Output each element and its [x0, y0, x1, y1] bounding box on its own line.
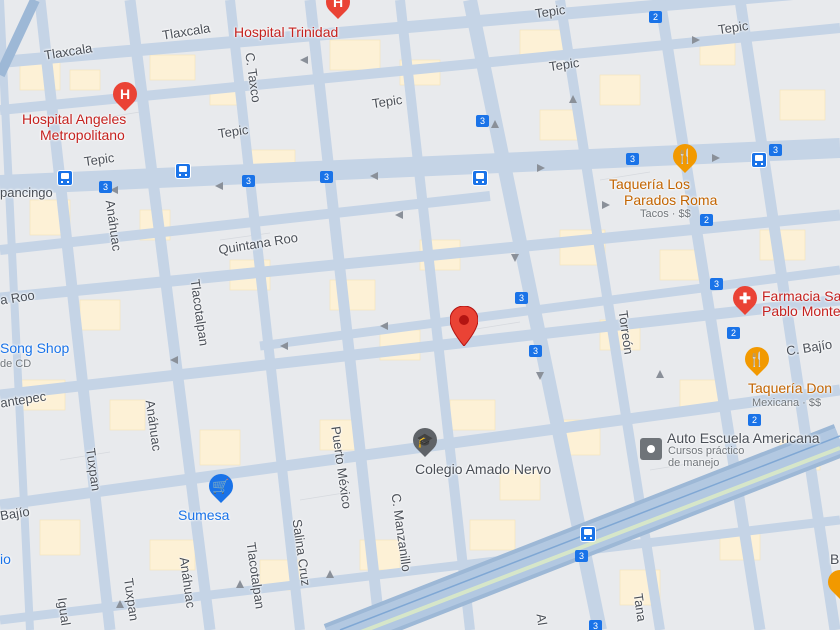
poi-auto-escuela-sub2: de manejo	[668, 457, 720, 469]
poi-taqueria-don-sub: Mexicana · $$	[752, 397, 822, 409]
route-shield: 3	[575, 550, 588, 562]
poi-hospital-angeles-line2[interactable]: Metropolitano	[40, 127, 125, 143]
route-shield: 3	[710, 278, 723, 290]
map-canvas[interactable]: Tlaxcala Tlaxcala Tepic Tepic Tepic Tepi…	[0, 0, 840, 630]
poi-auto-escuela[interactable]: Auto Escuela Americana	[667, 430, 820, 446]
poi-farmacia-line1[interactable]: Farmacia Sa	[762, 288, 840, 304]
route-shield: 3	[626, 153, 639, 165]
poi-hospital-angeles-line1[interactable]: Hospital Angeles	[22, 111, 126, 127]
pharmacy-icon[interactable]: ✚	[728, 281, 762, 315]
poi-taqueria-don[interactable]: Taquería Don	[748, 380, 832, 396]
route-shield: 3	[529, 345, 542, 357]
school-icon[interactable]: 🎓	[408, 423, 442, 457]
bus-stop-icon[interactable]	[57, 170, 73, 186]
poi-song-shop-sub: de CD	[0, 358, 32, 370]
route-shield: 2	[700, 214, 713, 226]
route-shield: 3	[99, 181, 112, 193]
poi-edge-label: io	[0, 551, 11, 567]
poi-colegio-amado-nervo[interactable]: Colegio Amado Nervo	[415, 461, 551, 477]
route-shield: 3	[589, 620, 602, 630]
route-shield: 2	[649, 11, 662, 23]
restaurant-icon[interactable]: 🍴	[668, 139, 702, 173]
location-pin-icon[interactable]	[450, 306, 478, 346]
hospital-icon[interactable]: H	[108, 77, 142, 111]
poi-taqueria-parados-line1[interactable]: Taquería Los	[609, 176, 690, 192]
poi-taqueria-parados-sub: Tacos · $$	[640, 208, 691, 220]
route-shield: 2	[727, 327, 740, 339]
bus-stop-icon[interactable]	[472, 170, 488, 186]
bus-stop-icon[interactable]	[580, 526, 596, 542]
route-shield: 3	[320, 171, 333, 183]
route-shield: 3	[242, 175, 255, 187]
poi-farmacia-line2[interactable]: Pablo Monte	[762, 303, 840, 319]
bus-stop-icon[interactable]	[175, 163, 191, 179]
poi-song-shop[interactable]: Song Shop	[0, 340, 69, 356]
business-icon[interactable]	[640, 438, 662, 460]
bus-stop-icon[interactable]	[751, 152, 767, 168]
route-shield: 2	[748, 414, 761, 426]
poi-hospital-trinidad[interactable]: Hospital Trinidad	[234, 24, 338, 40]
poi-edge-label: B	[830, 551, 840, 567]
poi-taqueria-parados-line2[interactable]: Parados Roma	[624, 192, 717, 208]
street-label-al: Al	[533, 612, 551, 627]
route-shield: 3	[515, 292, 528, 304]
route-shield: 3	[769, 144, 782, 156]
poi-sumesa[interactable]: Sumesa	[178, 507, 229, 523]
shopping-cart-icon[interactable]: 🛒	[204, 469, 238, 503]
street-label-chapancingo: pancingo	[0, 185, 53, 200]
poi-auto-escuela-sub1: Cursos práctico	[668, 445, 745, 457]
route-shield: 3	[476, 115, 489, 127]
restaurant-icon[interactable]: 🍴	[740, 342, 774, 376]
